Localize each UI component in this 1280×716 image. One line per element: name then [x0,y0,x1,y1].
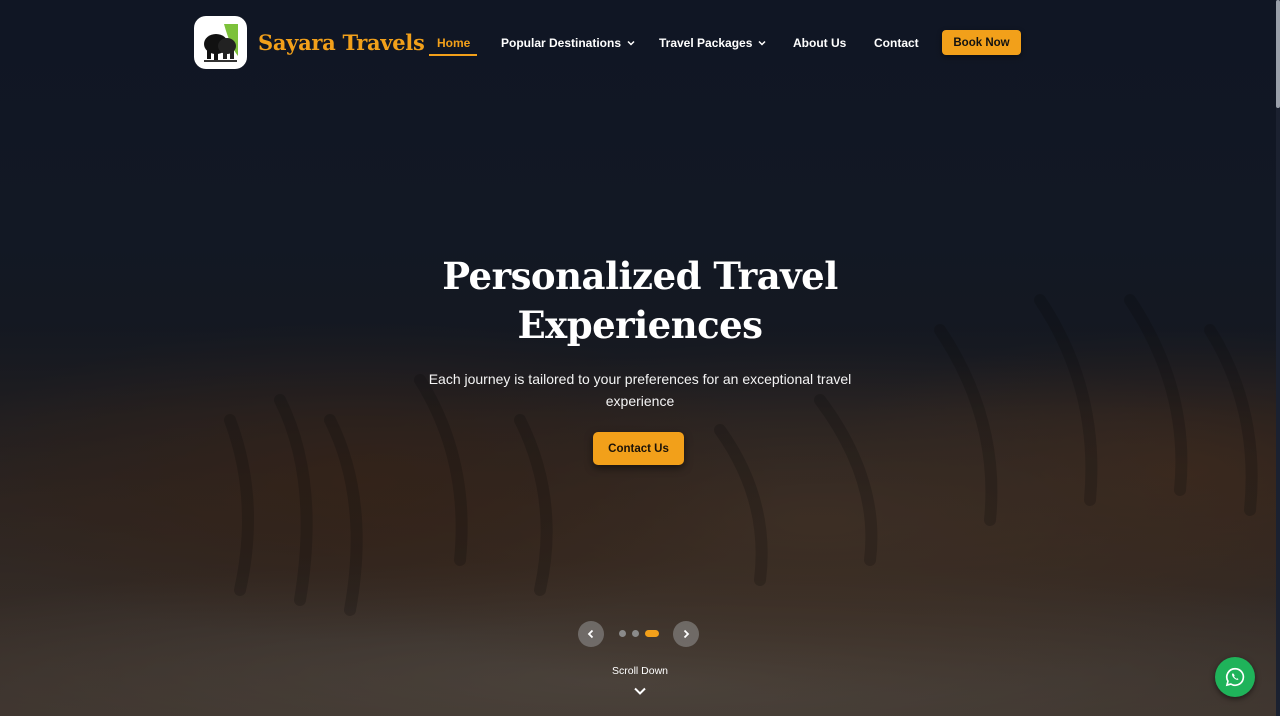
nav-popular-destinations-label: Popular Destinations [501,36,622,50]
nav-home-label: Home [437,36,471,50]
chevron-down-icon [627,40,635,46]
hero-background [0,0,1280,716]
slider-dot-1[interactable] [619,630,626,637]
nav-home[interactable]: Home [437,36,470,50]
chevron-left-icon [587,629,594,639]
nav-travel-packages[interactable]: Travel Packages [659,36,766,50]
nav-travel-packages-label: Travel Packages [659,36,753,50]
hero-headline-line-1: Personalized Travel [442,254,838,298]
brand-name[interactable]: Sayara Travels [258,30,425,55]
book-now-button[interactable]: Book Now [942,30,1021,55]
nav-contact-label: Contact [874,36,919,50]
nav-contact[interactable]: Contact [874,36,919,50]
page-scrollbar[interactable] [1276,0,1280,716]
slider-next-button[interactable] [673,621,699,647]
nav-about-us-label: About Us [793,36,847,50]
slider-dot-3-active[interactable] [645,630,659,637]
scrollbar-thumb[interactable] [1276,0,1280,108]
hero-headline-line-2: Experiences [517,303,763,347]
nav-popular-destinations[interactable]: Popular Destinations [501,36,635,50]
chevron-right-icon [683,629,690,639]
hero-headline: Personalized Travel Experiences [340,252,940,350]
slider-dot-2[interactable] [632,630,639,637]
scroll-down-label[interactable]: Scroll Down [590,665,690,677]
hero-subtitle: Each journey is tailored to your prefere… [428,371,852,409]
chevron-down-icon [758,40,766,46]
contact-us-button[interactable]: Contact Us [593,432,684,465]
slider-prev-button[interactable] [578,621,604,647]
chevron-down-icon[interactable] [633,686,647,696]
tiger-stripes-decoration [224,294,1258,616]
whatsapp-button[interactable] [1215,657,1255,697]
nav-active-underline [429,54,477,56]
nav-about-us[interactable]: About Us [793,36,846,50]
whatsapp-icon [1225,667,1245,687]
brand-logo[interactable] [194,16,247,69]
elephant-logo-icon [204,24,238,62]
